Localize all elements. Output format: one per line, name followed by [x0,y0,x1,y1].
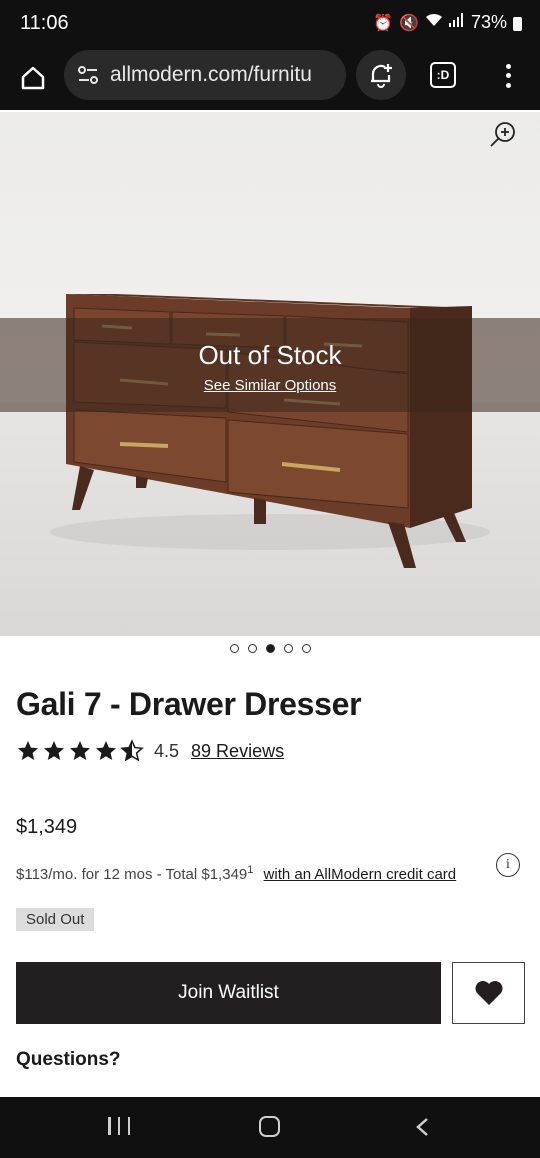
battery-icon [513,16,522,31]
url-text: allmodern.com/furnitu [110,63,312,86]
rating-value: 4.5 [154,740,180,761]
out-of-stock-overlay: Out of Stock See Similar Options [0,318,540,412]
carousel-dot-active[interactable] [265,644,275,653]
heart-icon [475,981,502,1005]
signal-icon [448,13,465,32]
product-price: $1,349 [16,816,78,838]
tabs-button[interactable]: :D [430,62,456,88]
recents-icon[interactable] [108,1117,130,1135]
info-icon[interactable]: i [496,853,520,877]
mute-icon: 🔇 [399,14,419,32]
financing-text: $113/mo. for 12 mos - Total $1,349 [16,866,248,883]
carousel-dot[interactable] [283,644,293,653]
credit-card-link[interactable]: with an AllModern credit card [264,866,457,883]
browser-toolbar: allmodern.com/furnitu :D [0,48,540,110]
financing-info: $113/mo. for 12 mos - Total $1,3491 with… [16,864,456,883]
carousel-dot[interactable] [301,644,311,653]
alarm-icon: ⏰ [373,14,394,32]
product-image[interactable]: Out of Stock See Similar Options [0,112,540,636]
reviews-link[interactable]: 89 Reviews [191,741,284,762]
status-icons: ⏰ 🔇 73% [373,12,522,33]
notification-add-icon [371,64,392,88]
carousel-dot[interactable] [229,644,239,653]
star-icon [44,741,64,760]
rating-row: 4.5 89 Reviews [16,738,284,764]
see-similar-options-link[interactable]: See Similar Options [204,377,337,394]
star-icon [18,741,38,760]
system-nav-bar [0,1097,540,1158]
product-title: Gali 7 - Drawer Dresser [16,686,362,722]
star-icon [96,741,116,760]
status-time: 11:06 [20,12,69,34]
battery-percent: 73% [470,12,507,32]
star-icon [70,741,90,760]
address-bar[interactable]: allmodern.com/furnitu [64,50,346,100]
questions-heading: Questions? [16,1049,121,1070]
tune-icon[interactable] [76,63,100,87]
home-button[interactable] [16,61,50,95]
home-nav-icon[interactable] [259,1116,280,1137]
wifi-icon [425,13,443,32]
zoom-in-icon[interactable] [488,120,518,150]
image-carousel-dots [0,644,540,653]
carousel-dot[interactable] [247,644,257,653]
notification-button[interactable] [356,50,406,100]
out-of-stock-title: Out of Stock [198,340,342,370]
more-vert-icon[interactable] [496,62,520,90]
sold-out-badge: Sold Out [16,908,95,931]
status-bar: 11:06 ⏰ 🔇 73% [0,0,540,48]
join-waitlist-button[interactable]: Join Waitlist [16,962,441,1024]
half-star-icon [120,739,144,762]
home-icon [21,66,45,90]
favorite-button[interactable] [452,962,525,1024]
back-icon[interactable] [412,1116,434,1138]
star-rating [16,739,144,763]
financing-footnote: 1 [247,864,254,876]
